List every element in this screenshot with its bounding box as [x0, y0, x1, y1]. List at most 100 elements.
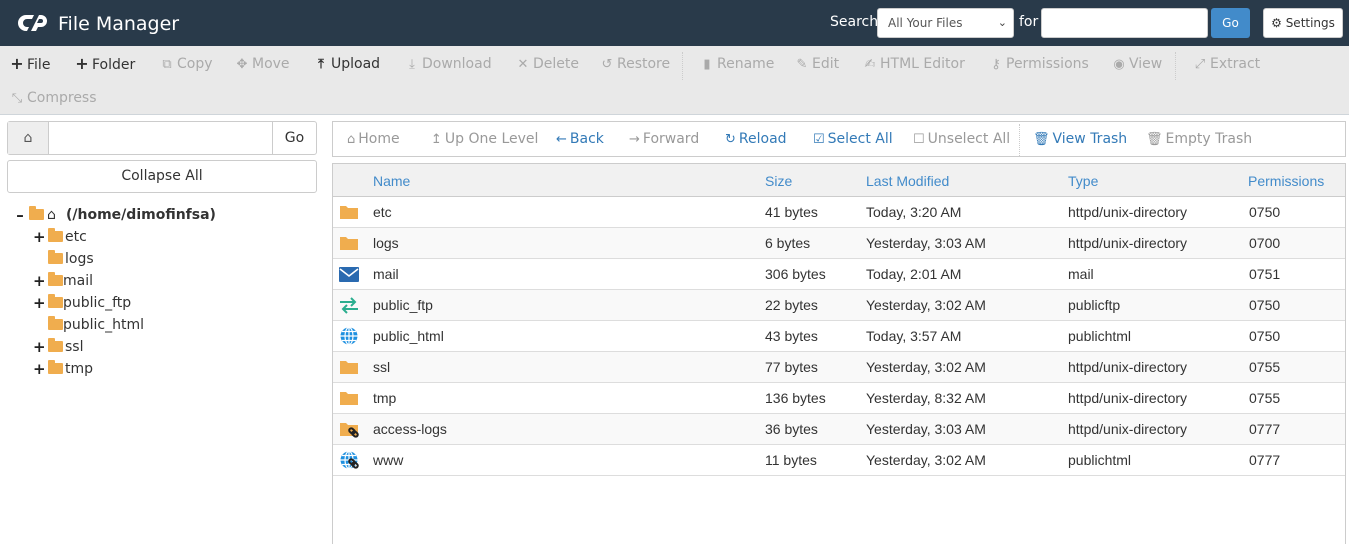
expand-icon[interactable]: + [33, 270, 46, 292]
file-permissions: 0751 [1249, 266, 1281, 282]
delete-icon: ✕ [517, 57, 529, 72]
app-header: File Manager Search All Your Files ⌄ for… [0, 0, 1349, 46]
mail-icon [339, 265, 359, 283]
rename-button[interactable]: ▮ Rename [700, 55, 774, 74]
collapse-all-button[interactable]: Collapse All [7, 160, 317, 193]
extract-button[interactable]: ⤢ Extract [1193, 55, 1260, 74]
cpanel-logo-icon [18, 15, 47, 31]
new-file-button[interactable]: + File [10, 55, 50, 74]
table-row[interactable]: tmp 136 bytes Yesterday, 8:32 AM httpd/unix… [333, 383, 1345, 414]
table-row[interactable]: www 11 bytes Yesterday, 3:02 AM publichtml 0… [333, 445, 1345, 476]
file-modified: Today, 3:57 AM [866, 328, 962, 344]
navigation-toolbar: ⌂ Home ↥ Up One Level ← Back → Forward ↻ Relo… [332, 121, 1346, 157]
file-name[interactable]: www [373, 451, 403, 469]
toolbar-divider [1019, 124, 1020, 156]
back-button[interactable]: ← Back [556, 130, 604, 149]
expand-icon[interactable]: + [33, 358, 46, 380]
home-icon: ⌂ [347, 132, 356, 147]
file-name[interactable]: ssl [373, 358, 390, 376]
path-navigator: ⌂ Go [7, 121, 317, 155]
file-permissions: 0750 [1249, 204, 1281, 220]
path-go-button[interactable]: Go [272, 122, 316, 154]
file-permissions: 0750 [1249, 297, 1281, 313]
file-permissions: 0750 [1249, 328, 1281, 344]
toolbar-divider [682, 52, 683, 80]
move-button[interactable]: ✥ Move [235, 55, 290, 74]
file-size: 22 bytes [765, 297, 818, 313]
collapse-icon[interactable]: – [14, 204, 26, 226]
settings-label: Settings [1285, 16, 1335, 30]
file-size: 43 bytes [765, 328, 818, 344]
permissions-button[interactable]: ⚷ Permissions [989, 55, 1089, 74]
tree-item-label: public_ftp [63, 295, 132, 311]
file-list: Name Size Last Modified Type Permissions… [332, 163, 1346, 544]
empty-trash-button[interactable]: 🗑 Empty Trash [1146, 130, 1252, 149]
edit-button[interactable]: ✎ Edit [795, 55, 840, 74]
file-name[interactable]: access-logs [373, 420, 447, 438]
app-title: File Manager [58, 13, 180, 35]
restore-button[interactable]: ↺ Restore [600, 55, 671, 74]
up-one-level-button[interactable]: ↥ Up One Level [431, 130, 538, 149]
column-last-modified[interactable]: Last Modified [866, 172, 949, 190]
folder-link-icon [339, 420, 359, 438]
column-permissions[interactable]: Permissions [1248, 172, 1324, 190]
home-button[interactable]: ⌂ Home [347, 130, 400, 149]
path-input[interactable] [49, 122, 273, 154]
table-row[interactable]: ssl 77 bytes Yesterday, 3:02 AM httpd/unix-… [333, 352, 1345, 383]
file-modified: Yesterday, 3:02 AM [866, 297, 986, 313]
upload-button[interactable]: ⤒ Upload [314, 55, 380, 74]
table-row[interactable]: mail 306 bytes Today, 2:01 AM mail 0751 [333, 259, 1345, 290]
reload-button[interactable]: ↻ Reload [725, 130, 787, 149]
column-type[interactable]: Type [1068, 172, 1098, 190]
expand-icon[interactable]: + [33, 226, 46, 248]
copy-button[interactable]: ⧉ Copy [160, 55, 212, 74]
column-name[interactable]: Name [373, 172, 410, 190]
settings-button[interactable]: ⚙ Settings [1263, 8, 1343, 38]
new-folder-button[interactable]: + Folder [75, 55, 135, 74]
table-row[interactable]: public_ftp 22 bytes Yesterday, 3:02 AM publ… [333, 290, 1345, 321]
search-go-button[interactable]: Go [1211, 8, 1250, 38]
unselect-all-button[interactable]: ☐ Unselect All [913, 130, 1010, 149]
select-all-button[interactable]: ☑ Select All [813, 130, 893, 149]
table-row[interactable]: access-logs 36 bytes Yesterday, 3:03 AM htt… [333, 414, 1345, 445]
expand-icon[interactable]: + [33, 336, 46, 358]
compress-button[interactable]: ⤡ Compress [10, 89, 97, 108]
expand-icon[interactable]: + [33, 292, 46, 314]
html-editor-button[interactable]: ✍ HTML Editor [863, 55, 965, 74]
level-up-icon: ↥ [431, 132, 442, 147]
restore-icon: ↺ [601, 57, 613, 72]
globe-link-icon [339, 450, 359, 470]
file-name[interactable]: tmp [373, 389, 396, 407]
file-size: 77 bytes [765, 359, 818, 375]
file-name[interactable]: logs [373, 234, 399, 252]
file-name[interactable]: etc [373, 203, 392, 221]
view-trash-button[interactable]: 🗑 View Trash [1033, 130, 1127, 149]
delete-button[interactable]: ✕ Delete [516, 55, 579, 74]
table-row[interactable]: logs 6 bytes Yesterday, 3:03 AM httpd/unix-… [333, 228, 1345, 259]
folder-icon [48, 314, 63, 336]
file-modified: Today, 3:20 AM [866, 204, 962, 220]
file-name[interactable]: public_html [373, 327, 444, 345]
home-icon[interactable]: ⌂ [8, 122, 49, 154]
folder-open-icon [29, 204, 44, 226]
file-type: publichtml [1068, 452, 1132, 468]
file-permissions: 0755 [1249, 390, 1281, 406]
view-button[interactable]: ◉ View [1112, 55, 1162, 74]
file-permissions: 0700 [1249, 235, 1281, 251]
checkbox-empty-icon: ☐ [913, 132, 925, 147]
file-modified: Yesterday, 3:03 AM [866, 235, 986, 251]
file-name[interactable]: public_ftp [373, 296, 433, 314]
file-modified: Yesterday, 3:02 AM [866, 452, 986, 468]
file-name[interactable]: mail [373, 265, 399, 283]
forward-button[interactable]: → Forward [629, 130, 699, 149]
search-scope-select[interactable]: All Your Files ⌄ [877, 8, 1014, 38]
column-size[interactable]: Size [765, 172, 792, 190]
folder-icon [48, 336, 63, 358]
folder-icon [48, 248, 63, 270]
download-button[interactable]: ⤓ Download [405, 55, 491, 74]
table-row[interactable]: public_html 43 bytes Today, 3:57 AM publich… [333, 321, 1345, 352]
table-row[interactable]: etc 41 bytes Today, 3:20 AM httpd/unix-dire… [333, 197, 1345, 228]
tree-item-label: ssl [65, 339, 84, 355]
search-input[interactable] [1041, 8, 1208, 38]
edit-square-icon: ✍ [864, 57, 876, 72]
